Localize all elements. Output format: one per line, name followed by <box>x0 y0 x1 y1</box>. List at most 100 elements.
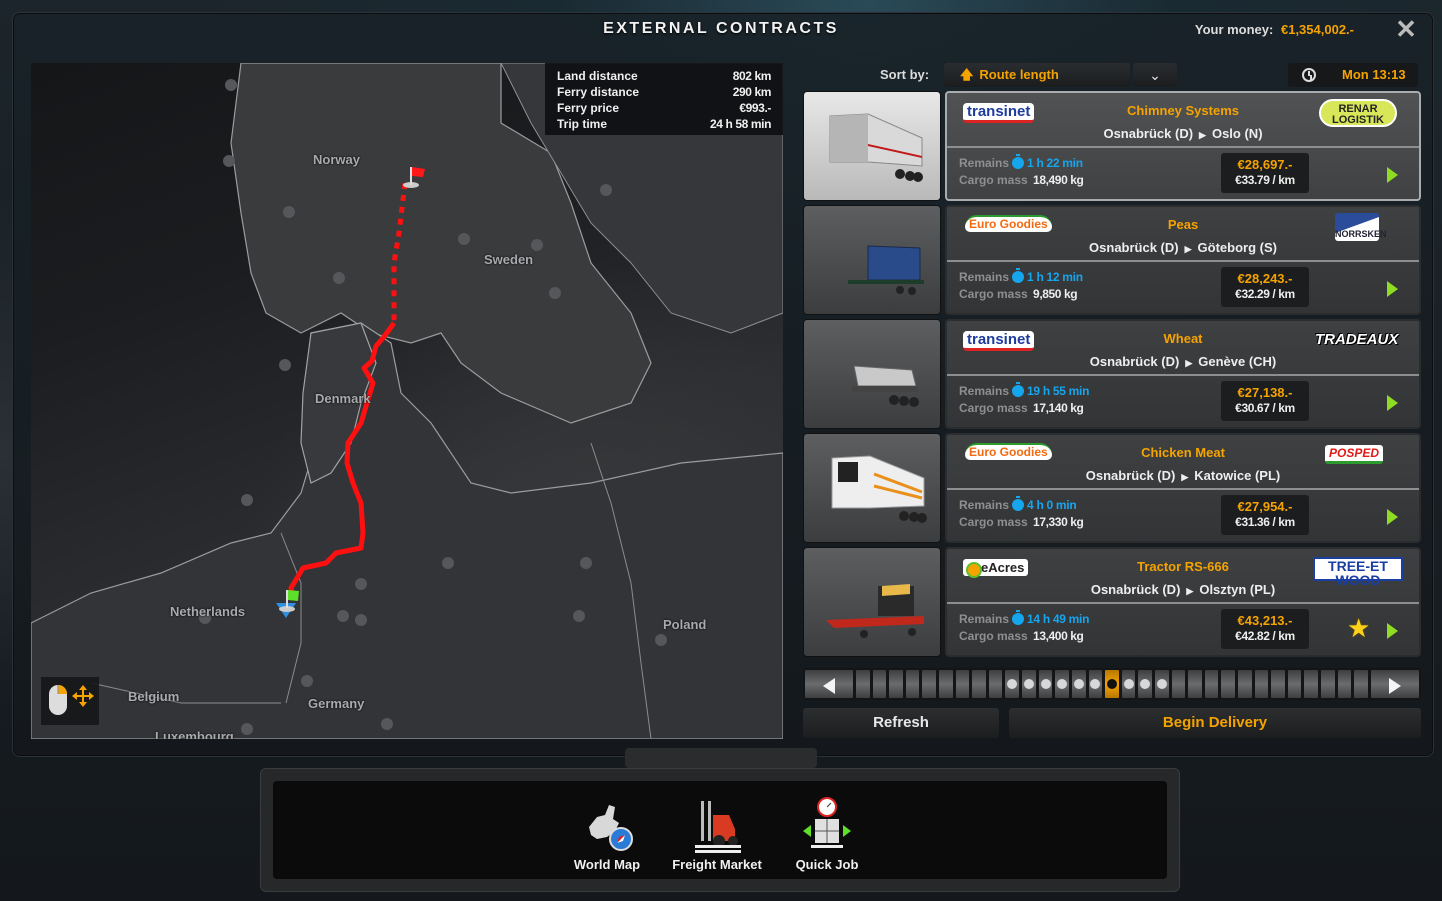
mass-label: Cargo mass <box>959 629 1028 643</box>
pager-slot[interactable] <box>905 670 920 698</box>
land-continent <box>31 322 783 739</box>
cargo-mass: Cargo mass 17,140 kg <box>959 401 1084 415</box>
divider <box>947 374 1419 376</box>
map-label-norway: Norway <box>313 152 360 167</box>
pager-page[interactable] <box>1071 670 1086 698</box>
contract-item[interactable]: transinet Chimney Systems Osnabrück (D) ▶… <box>803 91 1421 201</box>
route-from: Osnabrück (D) <box>1103 126 1194 141</box>
divider <box>947 260 1419 262</box>
pager-slot[interactable] <box>955 670 970 698</box>
remains-label: Remains <box>959 270 1010 284</box>
pager-slot[interactable] <box>1171 670 1186 698</box>
pager-page[interactable] <box>1154 670 1169 698</box>
pager-slot[interactable] <box>1321 670 1335 698</box>
dock-item-freight-market[interactable]: Freight Market <box>672 797 762 873</box>
pager-page[interactable] <box>1022 670 1036 698</box>
route-to: Olsztyn (PL) <box>1199 582 1276 597</box>
pager-page[interactable] <box>1138 670 1152 698</box>
stopwatch-icon <box>1012 610 1025 625</box>
arrow-up-icon: 🡅 <box>960 67 974 82</box>
pager-slot[interactable] <box>922 670 937 698</box>
route: Osnabrück (D) ▶ Göteborg (S) <box>947 240 1419 255</box>
pager-page-current[interactable] <box>1105 670 1119 698</box>
pager-page[interactable] <box>1121 670 1136 698</box>
dock-item-world-map[interactable]: World Map <box>562 797 652 873</box>
pager-slot[interactable] <box>1354 670 1368 698</box>
favorite-star-icon[interactable]: ★ <box>1347 615 1370 641</box>
play-arrow-icon[interactable] <box>1387 623 1398 639</box>
pager-page[interactable] <box>1005 670 1020 698</box>
pager-slot[interactable] <box>1254 670 1269 698</box>
remains-time: 19 h 55 min <box>1027 384 1090 398</box>
contract-card[interactable]: Euro Goodies Peas Osnabrück (D) ▶ Göteborg… <box>945 205 1421 315</box>
target-company-logo: TRADEAUX <box>1315 331 1399 348</box>
pager-page[interactable] <box>1055 670 1069 698</box>
pager-slot[interactable] <box>1188 670 1202 698</box>
trailer-thumbnail <box>803 547 941 657</box>
begin-delivery-button[interactable]: Begin Delivery <box>1009 708 1421 738</box>
trip-value: €993.- <box>739 101 771 115</box>
close-icon[interactable]: ✕ <box>1394 16 1418 42</box>
contract-card[interactable]: transinet Wheat Osnabrück (D) ▶ Genève (CH… <box>945 319 1421 429</box>
pager-slot[interactable] <box>1287 670 1302 698</box>
sort-label: Sort by: <box>880 67 930 82</box>
pager-slot[interactable] <box>1304 670 1319 698</box>
pager-slot[interactable] <box>1221 670 1236 698</box>
map-label-denmark: Denmark <box>315 391 371 406</box>
pager-slot[interactable] <box>972 670 986 698</box>
cargo-mass: Cargo mass 13,400 kg <box>959 629 1084 643</box>
map-label-netherlands: Netherlands <box>170 604 246 619</box>
map-graphics <box>31 63 783 739</box>
pager-page[interactable] <box>1038 670 1053 698</box>
pager-slot[interactable] <box>1238 670 1252 698</box>
route-map[interactable]: Norway Sweden Denmark Netherlands Belgiu… <box>31 63 783 739</box>
pager-slot[interactable] <box>1337 670 1352 698</box>
pager-slot[interactable] <box>1271 670 1285 698</box>
pager-prev-arrow-icon[interactable] <box>805 670 853 698</box>
trip-row-ferry-distance: Ferry distance 290 km <box>557 84 771 100</box>
map-label-sweden: Sweden <box>484 252 534 267</box>
pager-slot[interactable] <box>856 670 870 698</box>
pager-slot[interactable] <box>1204 670 1219 698</box>
sort-dropdown[interactable]: 🡅 Route length <box>944 63 1130 87</box>
clock-icon <box>1302 68 1316 82</box>
refresh-button[interactable]: Refresh <box>803 708 999 738</box>
contract-item[interactable]: transinet Wheat Osnabrück (D) ▶ Genève (CH… <box>803 319 1421 429</box>
dock-label: World Map <box>573 857 641 872</box>
pager-slot[interactable] <box>939 670 953 698</box>
pager-slot[interactable] <box>889 670 903 698</box>
pager-slot[interactable] <box>872 670 887 698</box>
trailer-thumbnail <box>803 205 941 315</box>
quick-job-icon <box>799 797 855 853</box>
play-arrow-icon[interactable] <box>1387 281 1398 297</box>
dock-label: Quick Job <box>795 857 859 872</box>
contract-card[interactable]: transinet Chimney Systems Osnabrück (D) ▶… <box>945 91 1421 201</box>
chevron-down-icon[interactable]: ⌄ <box>1133 63 1177 87</box>
trip-row-ferry-price: Ferry price €993.- <box>557 100 771 116</box>
mass-value: 18,490 kg <box>1033 173 1084 187</box>
pager-next-arrow-icon[interactable] <box>1370 670 1419 698</box>
play-arrow-icon[interactable] <box>1387 509 1398 525</box>
contract-item[interactable]: Euro Goodies Chicken Meat Osnabrück (D) ▶… <box>803 433 1421 543</box>
page-scroller[interactable] <box>803 668 1421 700</box>
dock-inner: World Map Freight Market Quick Job <box>273 781 1167 879</box>
remains: Remains 1 h 12 min <box>959 268 1083 284</box>
dock-item-quick-job[interactable]: Quick Job <box>782 797 872 873</box>
contract-card[interactable]: eAcres Tractor RS-666 Osnabrück (D) ▶ Olsz… <box>945 547 1421 657</box>
play-arrow-icon[interactable] <box>1387 395 1398 411</box>
pager-slot[interactable] <box>988 670 1003 698</box>
route-from: Osnabrück (D) <box>1090 582 1181 597</box>
trip-label: Ferry price <box>557 101 620 115</box>
contract-item[interactable]: eAcres Tractor RS-666 Osnabrück (D) ▶ Olsz… <box>803 547 1421 657</box>
map-label-luxembourg: Luxembourg <box>155 729 234 739</box>
contract-card[interactable]: Euro Goodies Chicken Meat Osnabrück (D) ▶… <box>945 433 1421 543</box>
stopwatch-icon <box>1012 154 1025 169</box>
route-from: Osnabrück (D) <box>1085 468 1176 483</box>
play-arrow-icon[interactable] <box>1387 167 1398 183</box>
bottom-dock: World Map Freight Market Quick Job <box>260 768 1180 892</box>
route-to: Oslo (N) <box>1211 126 1263 141</box>
route-to: Katowice (PL) <box>1194 468 1281 483</box>
pager-page[interactable] <box>1088 670 1103 698</box>
contract-item[interactable]: Euro Goodies Peas Osnabrück (D) ▶ Göteborg… <box>803 205 1421 315</box>
price-per-km: €30.67 / km <box>1235 401 1295 415</box>
